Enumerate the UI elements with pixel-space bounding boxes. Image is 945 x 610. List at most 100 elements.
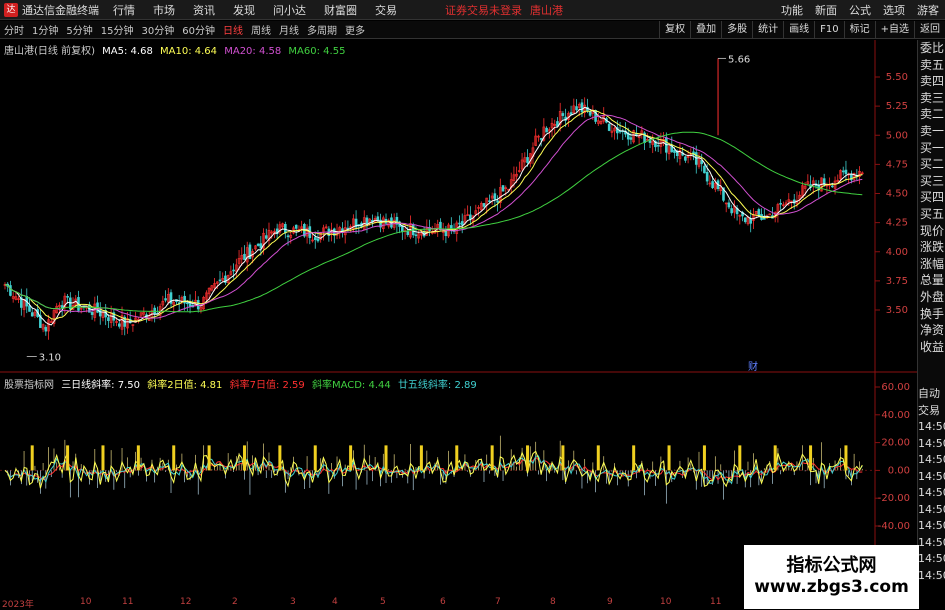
period-monthly[interactable]: 月线 — [279, 22, 299, 37]
menu-news[interactable]: 资讯 — [193, 2, 215, 18]
candle-body — [316, 238, 320, 242]
draw-line-button[interactable]: 画线 — [783, 21, 814, 39]
candle-body — [450, 225, 453, 229]
period-15min[interactable]: 15分钟 — [101, 22, 134, 37]
sidebar-quote-item: 涨幅 — [919, 256, 944, 271]
indicator-line-2 — [4, 450, 863, 489]
candle-body — [186, 302, 189, 305]
menu-formula[interactable]: 公式 — [849, 2, 871, 18]
menu-guest[interactable]: 游客 — [917, 2, 939, 18]
statistics-button[interactable]: 统计 — [752, 21, 783, 39]
sidebar-quote-item: 净资 — [919, 323, 944, 338]
date-axis-label: 6 — [440, 597, 446, 607]
price-tick-label: 3.75 — [886, 276, 908, 287]
indicator-legend: 股票指标网 三日线斜率: 7.50 斜率2日值: 4.81 斜率7日值: 2.5… — [4, 376, 481, 391]
candle-body — [730, 208, 733, 214]
sidebar-quote-item: 外盘 — [919, 289, 944, 304]
candle-body — [545, 127, 548, 133]
price-tick-label: 4.75 — [886, 159, 908, 170]
candle-body — [284, 223, 287, 234]
menu-ask[interactable]: 问小达 — [273, 2, 306, 18]
signal-bar — [596, 445, 600, 471]
menu-discover[interactable]: 发现 — [233, 2, 255, 18]
sidebar-quote-item: 卖五 — [919, 57, 944, 72]
candle-body — [743, 217, 747, 223]
candle-body — [9, 285, 12, 296]
candle-body — [264, 235, 268, 239]
login-notice[interactable]: 证券交易未登录 — [445, 2, 522, 18]
candle-body — [232, 269, 235, 272]
date-axis-label: 12 — [180, 597, 192, 607]
f10-button[interactable]: F10 — [814, 21, 843, 39]
period-5min[interactable]: 5分钟 — [66, 22, 92, 37]
sidebar-quote-item: 委比 — [919, 41, 944, 55]
period-60min[interactable]: 60分钟 — [182, 22, 215, 37]
date-axis-label: 10 — [660, 597, 672, 607]
kline-chart-area[interactable]: 5.50 5.25 5.00 4.75 4.50 4.25 4.00 3.75 3.50 60.0… — [0, 40, 917, 597]
legend-slope25: 廿五线斜率: 2.89 — [397, 380, 477, 391]
sidebar-quote-item: 涨跌 — [919, 240, 944, 255]
app-name: 通达信金融终端 — [22, 3, 99, 17]
candle-body — [705, 171, 709, 182]
signal-bar — [242, 445, 246, 471]
price-tick-label: 4.00 — [886, 247, 908, 258]
current-stock-name: 唐山港 — [530, 3, 563, 17]
indicator-name[interactable]: 股票指标网 — [4, 380, 54, 391]
sidebar-quote-item: 卖一 — [919, 123, 944, 138]
indicator-tick-label: 60.00 — [881, 382, 910, 393]
candle-body — [841, 170, 845, 173]
signal-bar — [384, 445, 388, 471]
watermark: 指标公式网 www.zbgs3.com — [744, 545, 919, 609]
legend-ma10: MA10: 4.64 — [160, 46, 218, 57]
menu-function[interactable]: 功能 — [781, 2, 803, 18]
title-right-menu: 功能 新面 公式 选项 游客 — [775, 2, 945, 18]
add-watchlist-button[interactable]: +自选 — [874, 21, 914, 39]
menu-market[interactable]: 市场 — [153, 2, 175, 18]
sidebar-trade-item: 14:50 — [918, 568, 945, 582]
candle-body — [460, 221, 464, 226]
back-button[interactable]: 返回 — [914, 21, 945, 39]
signal-bar — [490, 445, 494, 471]
menu-options[interactable]: 选项 — [883, 2, 905, 18]
mark-button[interactable]: 标记 — [843, 21, 875, 39]
menu-new-page[interactable]: 新面 — [815, 2, 837, 18]
period-daily[interactable]: 日线 — [223, 22, 243, 37]
menu-wealth[interactable]: 财富圈 — [324, 2, 357, 18]
candle-body — [414, 234, 418, 237]
candle-body — [673, 149, 676, 153]
sidebar-trade-item: 14:50 — [918, 552, 945, 565]
candle-body — [286, 235, 290, 238]
menu-market-quotes[interactable]: 行情 — [113, 2, 135, 18]
signal-bar — [278, 445, 282, 471]
ma10-line — [4, 109, 863, 322]
menu-trade[interactable]: 交易 — [375, 2, 397, 18]
signal-bar — [136, 445, 140, 471]
date-axis-label: 2 — [232, 597, 238, 607]
candle-body — [575, 106, 578, 111]
period-weekly[interactable]: 周线 — [251, 22, 271, 37]
candle-body — [779, 202, 782, 205]
sidebar-trade-item: 14:50 — [918, 535, 945, 549]
period-1min[interactable]: 1分钟 — [32, 22, 58, 37]
signal-bar — [207, 445, 211, 471]
date-axis-label: 5 — [380, 597, 386, 607]
candle-body — [488, 200, 491, 203]
legend-slope-macd: 斜率MACD: 4.44 — [311, 380, 391, 391]
adjust-button[interactable]: 复权 — [659, 21, 690, 39]
candle-body — [376, 216, 380, 221]
sidebar-quote-item: 换手 — [919, 306, 944, 321]
period-multi[interactable]: 多周期 — [307, 22, 337, 37]
price-tick-label: 5.50 — [886, 72, 908, 83]
period-30min[interactable]: 30分钟 — [141, 22, 174, 37]
sidebar-quote-item: 收益 — [919, 339, 944, 354]
legend-ma5: MA5: 4.68 — [102, 46, 153, 57]
ma60-line — [4, 131, 863, 313]
candle-body — [30, 312, 34, 317]
overlay-button[interactable]: 叠加 — [690, 21, 721, 39]
multi-stock-button[interactable]: 多股 — [721, 21, 752, 39]
period-intraday[interactable]: 分时 — [4, 22, 24, 37]
candle-body — [44, 326, 48, 332]
event-marker: 财 — [748, 360, 758, 373]
candle-body — [406, 231, 410, 236]
period-more[interactable]: 更多 — [345, 22, 365, 37]
